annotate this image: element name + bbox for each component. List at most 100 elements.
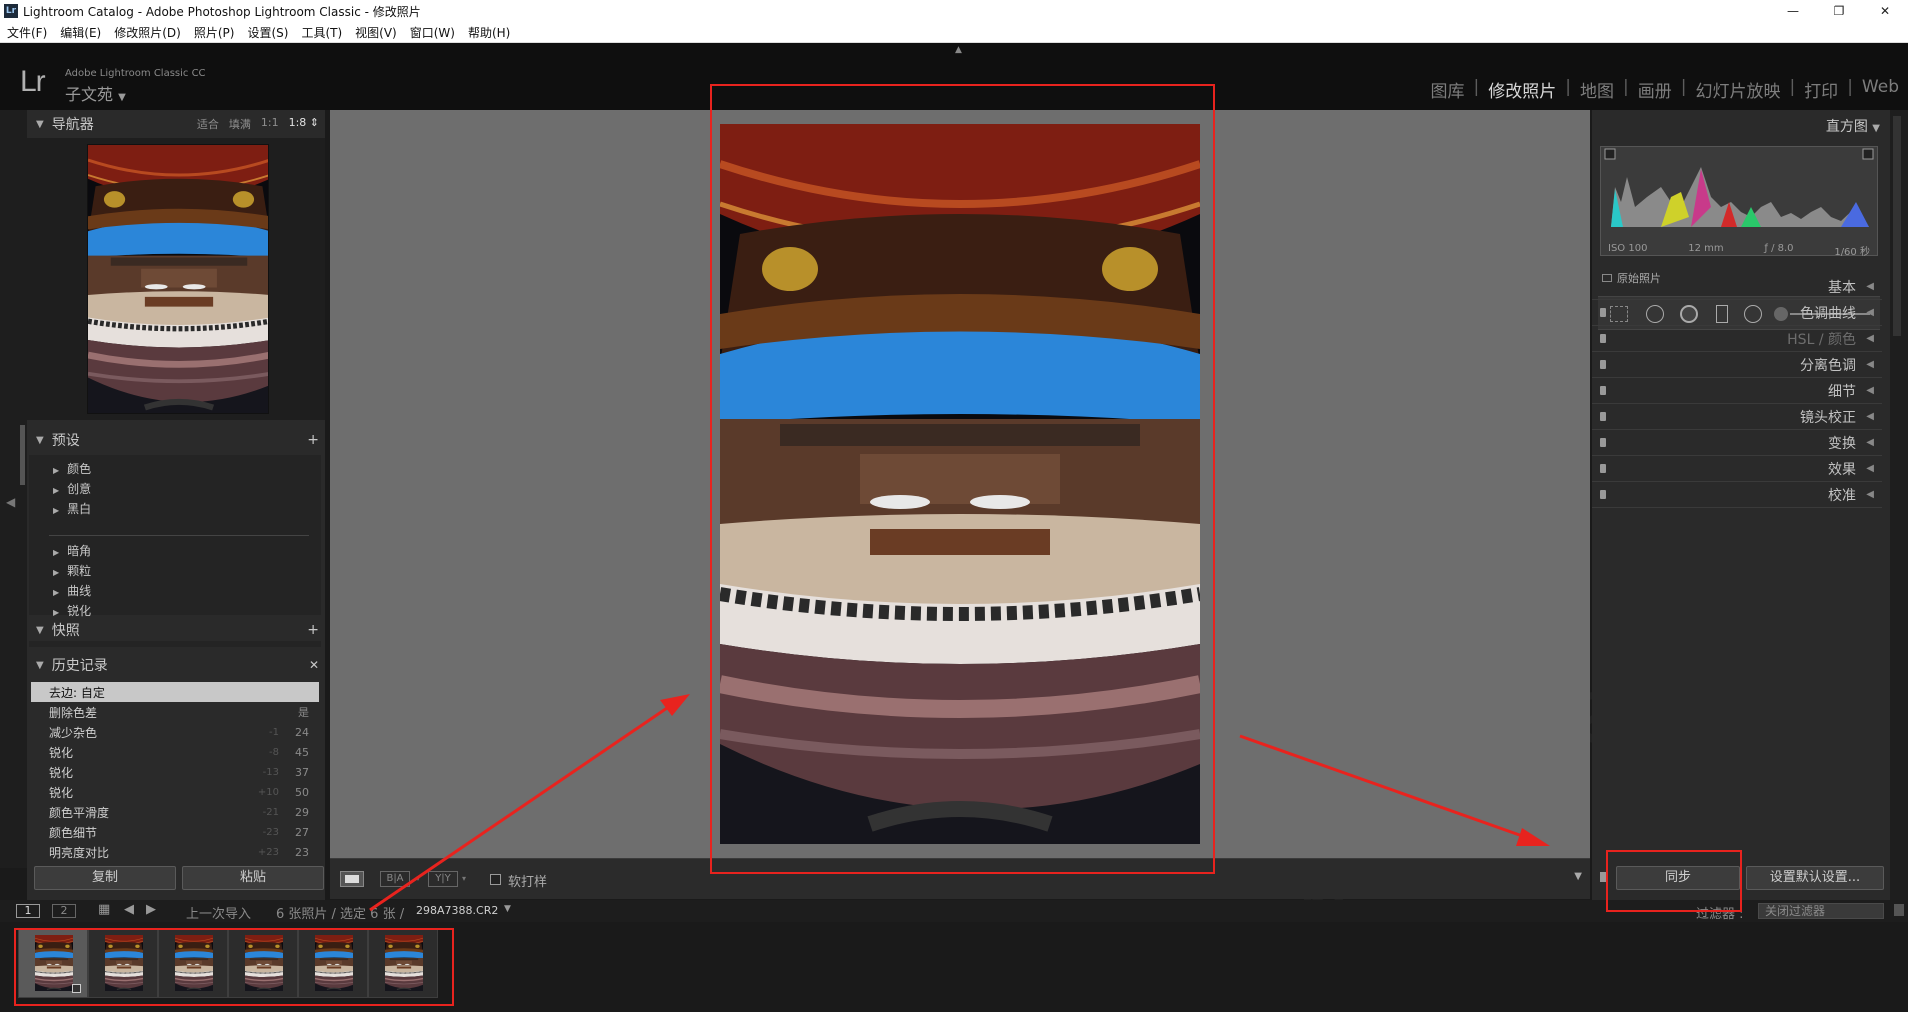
add-preset-icon[interactable]: +	[307, 432, 319, 448]
navigator-zoom-options: 适合 填满 1:1 1:8 ⇕	[197, 116, 319, 132]
filmstrip-thumbnail[interactable]	[228, 928, 298, 998]
navigator-preview-area[interactable]	[27, 138, 325, 420]
window-title: Lightroom Catalog - Adobe Photoshop Ligh…	[23, 4, 421, 19]
history-row[interactable]: 锐化 +10 50	[31, 782, 319, 802]
preset-folder-creative[interactable]: ▶ 创意	[53, 479, 91, 499]
filmstrip-thumbnail[interactable]	[158, 928, 228, 998]
grid-view-icon[interactable]: ▦	[98, 902, 110, 917]
loupe-view-icon[interactable]	[340, 871, 364, 887]
forward-arrow-icon[interactable]: ▶	[146, 902, 156, 917]
histogram[interactable]	[1600, 146, 1878, 256]
menu-view[interactable]: 视图(V)	[355, 24, 397, 41]
history-row[interactable]: 颜色平滑度 -21 29	[31, 802, 319, 822]
history-row[interactable]: 删除色差是	[31, 702, 319, 722]
zoom-fit[interactable]: 适合	[197, 116, 219, 132]
filter-lock-icon[interactable]	[1894, 904, 1904, 916]
history-header[interactable]: ▼ 历史记录 ✕	[27, 653, 325, 677]
minimize-button[interactable]: —	[1770, 0, 1816, 22]
history-row[interactable]: 锐化 -8 45	[31, 742, 319, 762]
clear-history-icon[interactable]: ✕	[309, 658, 319, 672]
soft-proof-checkbox[interactable]	[490, 874, 501, 885]
close-button[interactable]: ✕	[1862, 0, 1908, 22]
reset-button[interactable]: 设置默认设置...	[1746, 866, 1884, 890]
menu-develop[interactable]: 修改照片(D)	[114, 24, 181, 41]
collapse-top-panel-icon[interactable]: ▲	[955, 45, 962, 55]
filmstrip-thumbnail[interactable]	[18, 928, 88, 998]
presets-header[interactable]: ▼ 预设 +	[27, 428, 325, 452]
module-map[interactable]: 地图	[1571, 77, 1623, 102]
module-print[interactable]: 打印	[1795, 77, 1847, 102]
disclosure-triangle-icon: ▼	[36, 659, 44, 671]
section-lens-corrections[interactable]: 镜头校正 ◀	[1592, 404, 1882, 430]
history-row[interactable]: 去边: 自定	[31, 682, 319, 702]
preset-folder-grain[interactable]: ▶ 颗粒	[53, 561, 91, 581]
section-transform[interactable]: 变换 ◀	[1592, 430, 1882, 456]
preset-folder-bw[interactable]: ▶ 黑白	[53, 499, 91, 519]
restore-button[interactable]: ❐	[1816, 0, 1862, 22]
module-web[interactable]: Web	[1853, 77, 1908, 102]
main-photo[interactable]	[720, 124, 1200, 844]
chevron-down-icon[interactable]: ▾	[416, 871, 424, 887]
module-slideshow[interactable]: 幻灯片放映	[1686, 77, 1789, 102]
soft-proof-label: 软打样	[508, 875, 548, 890]
copy-settings-button[interactable]: 复制	[34, 866, 176, 890]
identity-plate-text[interactable]: 子文苑 ▼	[65, 81, 126, 105]
section-calibration[interactable]: 校准 ◀	[1592, 482, 1882, 508]
snapshots-header[interactable]: ▼ 快照 +	[27, 618, 325, 642]
menu-file[interactable]: 文件(F)	[7, 24, 47, 41]
paste-settings-button[interactable]: 粘贴	[182, 866, 324, 890]
chevron-down-icon[interactable]: ▾	[462, 871, 470, 887]
menu-edit[interactable]: 编辑(E)	[60, 24, 101, 41]
preset-folder-vignette[interactable]: ▶ 暗角	[53, 541, 91, 561]
toolbar-menu-icon[interactable]: ▼	[1574, 871, 1582, 882]
module-book[interactable]: 画册	[1629, 77, 1681, 102]
filmstrip-thumbnail[interactable]	[368, 928, 438, 998]
section-effects[interactable]: 效果 ◀	[1592, 456, 1882, 482]
thumbnail-image	[315, 935, 353, 991]
right-panel-scrollbar[interactable]	[1893, 116, 1901, 336]
preset-folder-color[interactable]: ▶ 颜色	[53, 459, 91, 479]
before-after-icon[interactable]: B|A	[380, 871, 410, 887]
left-panel-scrollbar[interactable]	[20, 425, 25, 485]
window-2-button[interactable]: 2	[52, 904, 76, 918]
history-row[interactable]: 颜色细节 -23 27	[31, 822, 319, 842]
zoom-1-1[interactable]: 1:1	[261, 116, 279, 132]
chevron-down-icon[interactable]: ▼	[504, 904, 511, 914]
zoom-fill[interactable]: 填满	[229, 116, 251, 132]
history-row[interactable]: 明亮度对比 +23 23	[31, 842, 319, 862]
panel-toggle-switch-icon	[1600, 412, 1606, 421]
disclosure-triangle-icon: ▼	[1872, 123, 1880, 134]
filmstrip-thumbnail[interactable]	[298, 928, 368, 998]
section-detail[interactable]: 细节 ◀	[1592, 378, 1882, 404]
menu-settings[interactable]: 设置(S)	[247, 24, 288, 41]
module-library[interactable]: 图库	[1422, 77, 1474, 102]
zoom-current[interactable]: 1:8 ⇕	[289, 116, 319, 132]
filter-dropdown[interactable]: 关闭过滤器	[1758, 903, 1884, 919]
history-row[interactable]: 减少杂色 -1 24	[31, 722, 319, 742]
current-filename[interactable]: 298A7388.CR2	[416, 904, 498, 917]
section-tone-curve[interactable]: 色调曲线 ◀	[1592, 300, 1882, 326]
navigator-header[interactable]: ▼ 导航器 适合 填满 1:1 1:8 ⇕	[27, 112, 325, 136]
iso-value: ISO 100	[1608, 243, 1648, 254]
history-row[interactable]: 锐化 -13 37	[31, 762, 319, 782]
sync-button[interactable]: 同步	[1616, 866, 1740, 890]
menu-window[interactable]: 窗口(W)	[410, 24, 455, 41]
filmstrip-source[interactable]: 上一次导入	[186, 903, 251, 922]
module-develop[interactable]: 修改照片	[1479, 77, 1565, 102]
menu-photo[interactable]: 照片(P)	[194, 24, 235, 41]
section-basic[interactable]: 基本 ◀	[1592, 274, 1882, 300]
auto-sync-switch-icon[interactable]	[1600, 872, 1606, 882]
back-arrow-icon[interactable]: ◀	[124, 902, 134, 917]
histogram-header[interactable]: 直方图 ▼	[1826, 116, 1880, 136]
before-after-swap-icon[interactable]: Y|Y	[428, 871, 458, 887]
add-snapshot-icon[interactable]: +	[307, 622, 319, 638]
navigator-thumbnail[interactable]	[87, 144, 269, 414]
menu-tools[interactable]: 工具(T)	[301, 24, 342, 41]
filmstrip-thumbnail[interactable]	[88, 928, 158, 998]
window-1-button[interactable]: 1	[16, 904, 40, 918]
section-hsl-color[interactable]: HSL / 颜色 ◀	[1592, 326, 1882, 352]
collapse-left-panel-icon[interactable]: ◀	[6, 495, 15, 509]
section-split-toning[interactable]: 分离色调 ◀	[1592, 352, 1882, 378]
menu-help[interactable]: 帮助(H)	[468, 24, 510, 41]
preset-folder-curves[interactable]: ▶ 曲线	[53, 581, 91, 601]
